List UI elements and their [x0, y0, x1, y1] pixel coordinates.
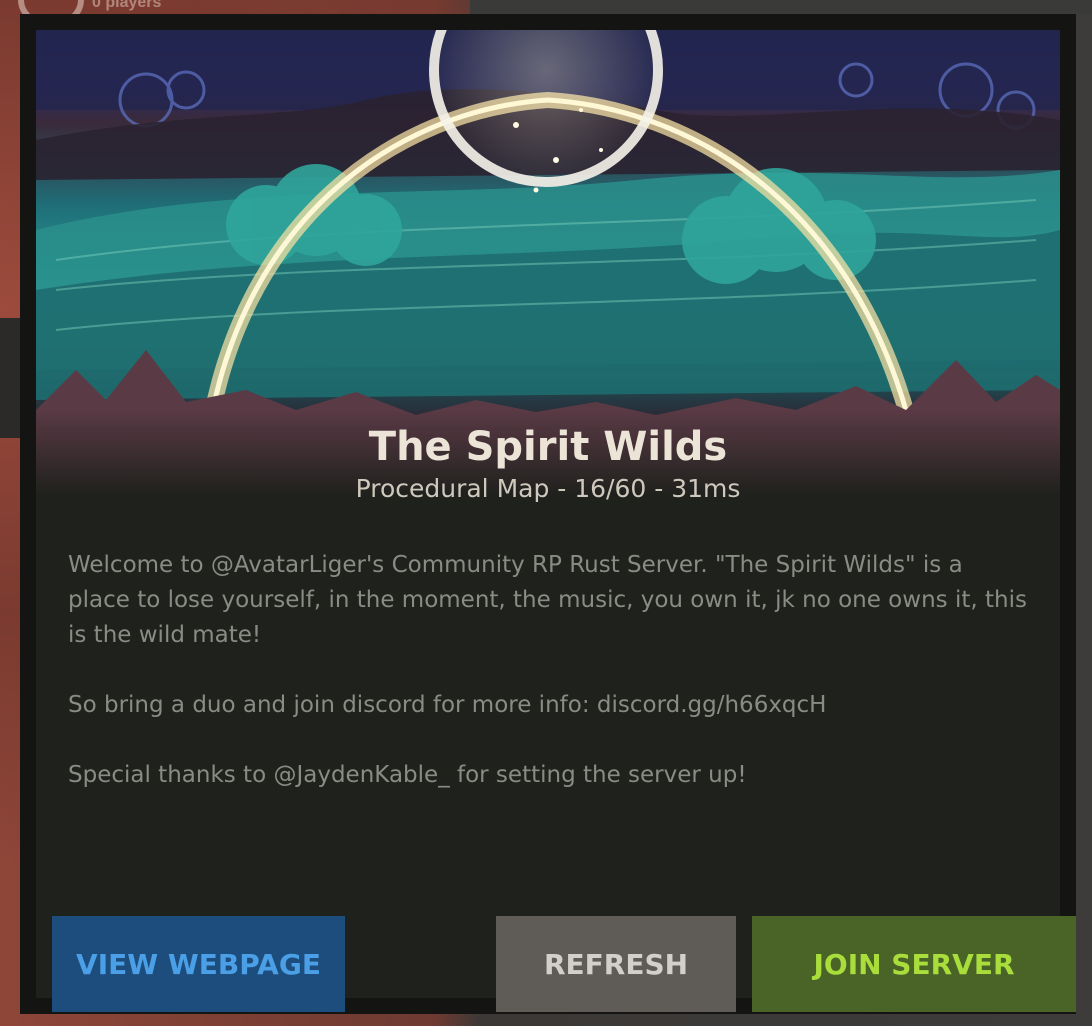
server-details-modal: The Spirit Wilds Procedural Map - 16/60 … [20, 14, 1076, 1014]
description-paragraph: Welcome to @AvatarLiger's Community RP R… [68, 552, 1027, 648]
description-paragraph: So bring a duo and join discord for more… [68, 692, 827, 718]
background-player-count: 0 players [92, 0, 162, 11]
server-name: The Spirit Wilds [368, 424, 728, 470]
background-tab [0, 318, 20, 438]
server-info-line: Procedural Map - 16/60 - 31ms [355, 474, 741, 503]
view-webpage-button[interactable]: VIEW WEBPAGE [52, 916, 345, 1012]
join-server-button[interactable]: JOIN SERVER [752, 916, 1076, 1012]
refresh-button[interactable]: REFRESH [496, 916, 736, 1012]
background-strip [470, 0, 1092, 14]
modal-content: The Spirit Wilds Procedural Map - 16/60 … [36, 30, 1076, 1012]
description-paragraph: Special thanks to @JaydenKable_ for sett… [68, 762, 747, 788]
server-description: Welcome to @AvatarLiger's Community RP R… [68, 548, 1028, 828]
server-title-block: The Spirit Wilds Procedural Map - 16/60 … [36, 424, 1060, 503]
